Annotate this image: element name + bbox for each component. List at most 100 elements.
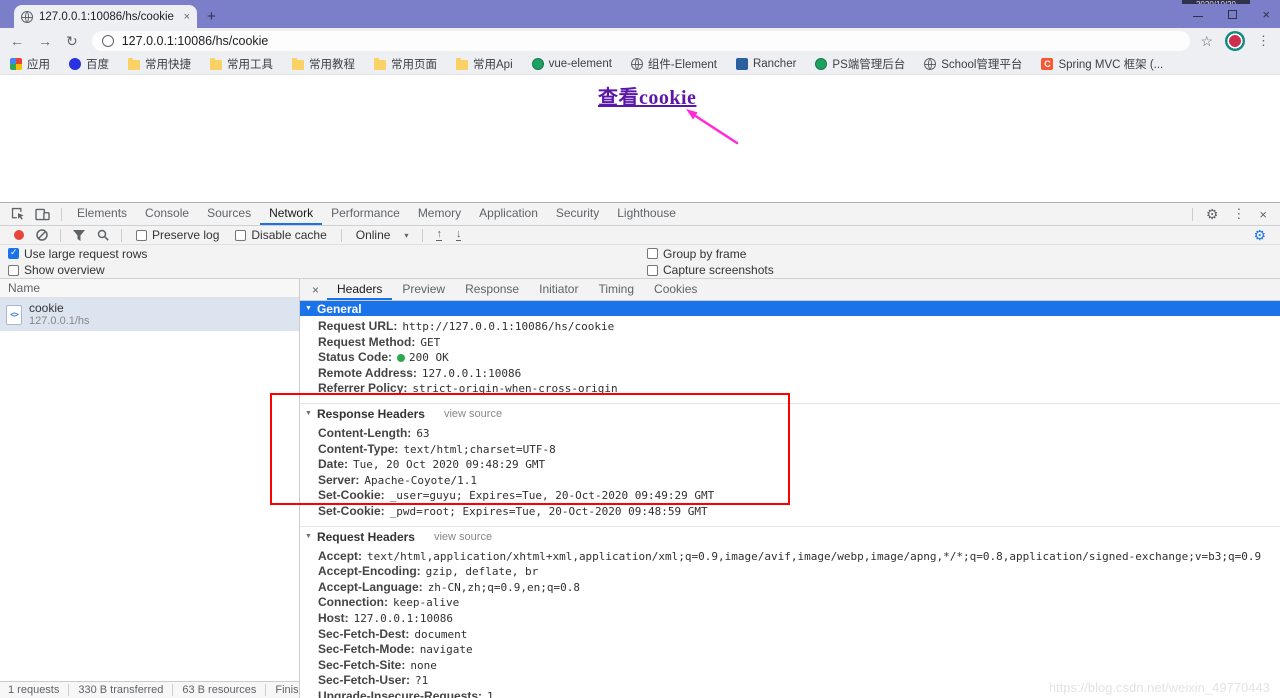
search-icon[interactable] <box>97 229 109 241</box>
general-section-header[interactable]: ▼ General <box>300 301 1280 316</box>
bookmark-item[interactable]: PS端管理后台 <box>815 56 905 72</box>
request-name: cookie <box>29 301 64 315</box>
bookmark-item[interactable]: 常用工具 <box>210 56 273 72</box>
devtools-tab-security[interactable]: Security <box>547 203 608 225</box>
header-value: _pwd=root; Expires=Tue, 20-Oct-2020 09:4… <box>389 504 708 518</box>
show-overview-checkbox[interactable]: Show overview <box>8 263 105 277</box>
throttling-select[interactable]: Online ▾ <box>356 228 409 242</box>
clear-network-log-icon[interactable] <box>36 229 48 241</box>
bookmark-item[interactable]: 组件-Element <box>630 56 717 72</box>
general-section-title: General <box>316 301 362 316</box>
profile-avatar[interactable] <box>1225 31 1245 51</box>
devtools-tab-lighthouse[interactable]: Lighthouse <box>608 203 685 225</box>
detail-tab-cookies[interactable]: Cookies <box>644 279 707 300</box>
maximize-button[interactable] <box>1228 9 1238 19</box>
detail-tab-headers[interactable]: Headers <box>327 279 393 300</box>
checkbox-unchecked[interactable] <box>136 229 147 241</box>
triangle-down-icon: ▼ <box>305 533 312 541</box>
chevron-down-icon: ▾ <box>404 230 409 240</box>
request-row-cookie[interactable]: <> cookie 127.0.0.1/hs <box>0 298 299 331</box>
new-tab-button[interactable]: + <box>207 8 216 25</box>
checkbox-unchecked[interactable] <box>647 248 658 259</box>
devtools-tab-performance[interactable]: Performance <box>322 203 409 225</box>
preserve-log-checkbox[interactable]: Preserve log <box>136 228 219 242</box>
inspect-element-icon[interactable] <box>11 207 25 221</box>
detail-close-icon[interactable]: × <box>312 283 319 297</box>
export-har-icon[interactable]: ↓ <box>455 228 462 242</box>
bookmark-item[interactable]: 常用快捷 <box>128 56 191 72</box>
devtools-tab-console[interactable]: Console <box>136 203 198 225</box>
window-controls: × <box>1193 0 1270 28</box>
detail-tab-response[interactable]: Response <box>455 279 529 300</box>
view-source-link[interactable]: view source <box>444 408 502 420</box>
network-conditions-gear-icon[interactable]: ⚙ <box>1253 228 1266 242</box>
import-har-icon[interactable]: ↑ <box>436 228 442 242</box>
bookmark-item[interactable]: 百度 <box>69 56 109 72</box>
bookmark-star-icon[interactable]: ☆ <box>1200 33 1213 50</box>
header-row: Accept-Encoding: gzip, deflate, br <box>300 564 1280 580</box>
view-source-link[interactable]: view source <box>434 531 492 543</box>
detail-tab-preview[interactable]: Preview <box>392 279 455 300</box>
request-name-cell: cookie 127.0.0.1/hs <box>29 301 90 328</box>
checkbox-unchecked[interactable] <box>647 264 658 276</box>
checkbox-checked[interactable] <box>8 247 19 259</box>
header-row: Sec-Fetch-Site: none <box>300 658 1280 674</box>
devtools-tab-sources[interactable]: Sources <box>198 203 260 225</box>
url-text[interactable]: 127.0.0.1:10086/hs/cookie <box>122 34 269 48</box>
header-value: Tue, 20 Oct 2020 09:48:29 GMT <box>353 458 546 472</box>
devtools-tab-elements[interactable]: Elements <box>68 203 136 225</box>
header-value: text/html,application/xhtml+xml,applicat… <box>367 549 1262 563</box>
headers-detail-body: ▼ General Request URL: http://127.0.0.1:1… <box>300 301 1280 698</box>
bookmark-item[interactable]: 应用 <box>10 56 50 72</box>
bookmark-item[interactable]: Spring MVC 框架 (... <box>1041 56 1163 72</box>
bookmark-item[interactable]: 常用Api <box>456 56 513 72</box>
header-name: Request URL: <box>318 319 398 333</box>
browser-tab[interactable]: 127.0.0.1:10086/hs/cookie × <box>14 5 197 28</box>
back-icon[interactable]: ← <box>10 34 24 48</box>
detail-tab-timing[interactable]: Timing <box>588 279 644 300</box>
bookmark-item[interactable]: vue-element <box>531 58 612 70</box>
devtools-tab-network[interactable]: Network <box>260 203 323 225</box>
bookmark-icon <box>292 58 304 70</box>
request-headers-section-header[interactable]: ▼ Request Headers view source <box>300 525 1280 546</box>
header-row: Accept-Language: zh-CN,zh;q=0.9,en;q=0.8 <box>300 580 1280 596</box>
bookmark-item[interactable]: 常用教程 <box>292 56 355 72</box>
bookmark-item[interactable]: 常用页面 <box>374 56 437 72</box>
response-headers-section-header[interactable]: ▼ Response Headers view source <box>300 402 1280 423</box>
device-toolbar-icon[interactable] <box>35 208 50 221</box>
devtools-tab-application[interactable]: Application <box>470 203 547 225</box>
forward-icon[interactable]: → <box>38 34 52 48</box>
checkbox-unchecked[interactable] <box>235 229 247 241</box>
bookmark-item[interactable]: Rancher <box>735 58 796 70</box>
bookmarks-bar: 应用 百度 常用快捷 常用工具 常用教程 常用页面 常用Api vue-elem… <box>0 54 1280 75</box>
browser-menu-icon[interactable]: ⋮ <box>1257 33 1270 49</box>
view-cookie-link[interactable]: 查看cookie <box>598 81 696 110</box>
window-close-button[interactable]: × <box>1262 8 1270 21</box>
devtools-close-icon[interactable]: × <box>1259 207 1267 222</box>
page-info-icon[interactable] <box>101 35 114 47</box>
minimize-button[interactable] <box>1193 15 1204 17</box>
address-bar[interactable]: 127.0.0.1:10086/hs/cookie <box>91 31 1191 51</box>
reload-icon[interactable]: ↻ <box>66 34 78 48</box>
tab-title: 127.0.0.1:10086/hs/cookie <box>39 10 174 23</box>
bookmark-icon <box>69 58 81 70</box>
checkbox-unchecked[interactable] <box>8 264 19 276</box>
bookmark-label: vue-element <box>548 58 612 70</box>
capture-screenshots-checkbox[interactable]: Capture screenshots <box>647 263 774 277</box>
summary-stat: 63 B resources <box>172 684 256 696</box>
devtools-menu-icon[interactable]: ⋮ <box>1232 206 1245 222</box>
bookmark-item[interactable]: School管理平台 <box>924 56 1022 72</box>
use-large-rows-label: Use large request rows <box>24 246 148 261</box>
detail-tab-initiator[interactable]: Initiator <box>529 279 588 300</box>
filter-icon[interactable] <box>73 229 85 241</box>
name-column-header[interactable]: Name <box>0 279 299 298</box>
network-main: Name <> cookie 127.0.0.1/hs 1 requests 3… <box>0 279 1280 698</box>
record-network-log-button[interactable] <box>14 230 24 240</box>
devtools-settings-gear-icon[interactable]: ⚙ <box>1206 207 1219 221</box>
tab-close-icon[interactable]: × <box>184 11 190 23</box>
devtools-tab-memory[interactable]: Memory <box>409 203 470 225</box>
group-by-frame-checkbox[interactable]: Group by frame <box>647 247 746 261</box>
disable-cache-checkbox[interactable]: Disable cache <box>235 228 327 242</box>
use-large-rows-checkbox[interactable]: Use large request rows <box>8 247 147 261</box>
bookmark-icon <box>531 58 544 70</box>
